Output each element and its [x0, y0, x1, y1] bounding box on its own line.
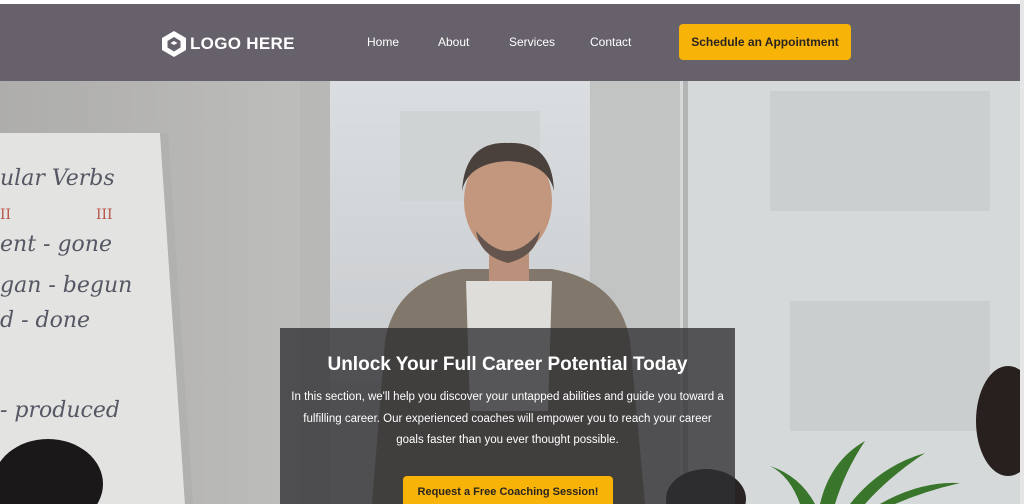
nav-home-link[interactable]: Home — [367, 35, 399, 49]
nav-services-link[interactable]: Services — [509, 35, 555, 49]
scrollbar[interactable] — [1020, 0, 1024, 504]
page: LOGO HERE Home About Services Contact Sc… — [0, 0, 1020, 504]
hero-description: In this section, we'll help you discover… — [291, 391, 724, 446]
nav-contact-link[interactable]: Contact — [590, 35, 631, 49]
free-coaching-session-button[interactable]: Request a Free Coaching Session! — [403, 476, 613, 504]
schedule-appointment-button[interactable]: Schedule an Appointment — [679, 24, 851, 60]
logo-text: LOGO HERE — [190, 34, 295, 53]
logo[interactable]: LOGO HERE — [161, 30, 295, 58]
hexagon-logo-icon — [162, 31, 186, 57]
hero-section: ular Verbs ent - gone gan - begun d - do… — [0, 81, 1020, 504]
site-header: LOGO HERE Home About Services Contact Sc… — [0, 4, 1020, 81]
hero-content-card: Unlock Your Full Career Potential Today … — [280, 328, 735, 504]
hero-title: Unlock Your Full Career Potential Today — [327, 354, 688, 375]
nav-about-link[interactable]: About — [438, 35, 469, 49]
